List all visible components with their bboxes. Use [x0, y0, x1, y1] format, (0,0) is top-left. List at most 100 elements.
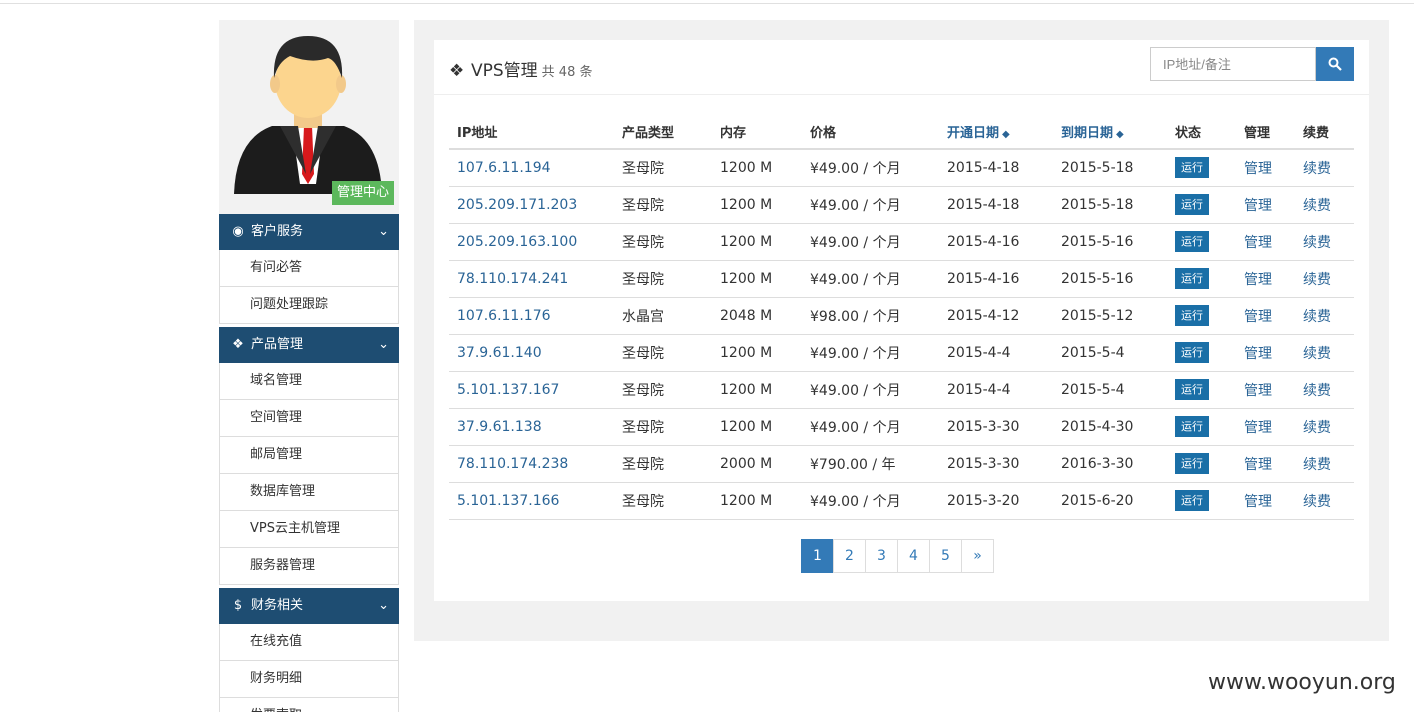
sidebar-item-hosting[interactable]: 空间管理: [219, 400, 399, 437]
sidebar-item-vps[interactable]: VPS云主机管理: [219, 511, 399, 548]
status-badge: 运行: [1175, 453, 1209, 474]
ip-link[interactable]: 205.209.163.100: [449, 223, 614, 261]
status-cell: 运行: [1167, 223, 1236, 261]
page-2[interactable]: 2: [833, 539, 866, 573]
product-type: 圣母院: [614, 186, 712, 224]
manage-link[interactable]: 管理: [1236, 371, 1295, 409]
ip-link[interactable]: 37.9.61.138: [449, 408, 614, 446]
renew-link[interactable]: 续费: [1295, 223, 1354, 261]
page-3[interactable]: 3: [865, 539, 898, 573]
page-1[interactable]: 1: [801, 539, 834, 573]
col-end-date[interactable]: 到期日期 ◆: [1053, 114, 1167, 150]
end-date: 2015-5-4: [1053, 334, 1167, 372]
section-title: 财务相关: [251, 598, 304, 613]
status-badge: 运行: [1175, 342, 1209, 363]
ip-link[interactable]: 107.6.11.176: [449, 297, 614, 335]
chevron-down-icon: ⌄: [378, 337, 389, 352]
end-date: 2015-5-16: [1053, 260, 1167, 298]
price: ¥49.00 / 个月: [802, 260, 939, 298]
product-type: 圣母院: [614, 149, 712, 187]
sidebar-item-mail[interactable]: 邮局管理: [219, 437, 399, 474]
page-next[interactable]: »: [961, 539, 994, 573]
manage-link[interactable]: 管理: [1236, 482, 1295, 520]
end-date: 2016-3-30: [1053, 445, 1167, 483]
end-date: 2015-6-20: [1053, 482, 1167, 520]
manage-link[interactable]: 管理: [1236, 260, 1295, 298]
sidebar-item-database[interactable]: 数据库管理: [219, 474, 399, 511]
ip-link[interactable]: 5.101.137.167: [449, 371, 614, 409]
renew-link[interactable]: 续费: [1295, 297, 1354, 335]
col-start-date[interactable]: 开通日期 ◆: [939, 114, 1053, 150]
sidebar-item-issue-tracking[interactable]: 问题处理跟踪: [219, 287, 399, 324]
manage-link[interactable]: 管理: [1236, 223, 1295, 261]
ip-link[interactable]: 5.101.137.166: [449, 482, 614, 520]
manage-link[interactable]: 管理: [1236, 334, 1295, 372]
cubes-icon: ❖: [449, 61, 465, 81]
table-row: 5.101.137.167 圣母院 1200 M ¥49.00 / 个月 2015-4-…: [449, 371, 1354, 409]
status-badge: 运行: [1175, 379, 1209, 400]
ip-link[interactable]: 37.9.61.140: [449, 334, 614, 372]
renew-link[interactable]: 续费: [1295, 186, 1354, 224]
ip-link[interactable]: 205.209.171.203: [449, 186, 614, 224]
sidebar-item-qa[interactable]: 有问必答: [219, 250, 399, 287]
sidebar: 管理中心 ◉ 客户服务 ⌄ 有问必答 问题处理跟踪 ❖ 产品管理 ⌄ 域名管理 空间…: [219, 20, 399, 712]
manage-link[interactable]: 管理: [1236, 297, 1295, 335]
ip-link[interactable]: 107.6.11.194: [449, 149, 614, 187]
renew-link[interactable]: 续费: [1295, 371, 1354, 409]
section-finance[interactable]: $ 财务相关 ⌄: [219, 588, 399, 624]
page-5[interactable]: 5: [929, 539, 962, 573]
manage-link[interactable]: 管理: [1236, 445, 1295, 483]
status-cell: 运行: [1167, 371, 1236, 409]
renew-link[interactable]: 续费: [1295, 334, 1354, 372]
col-status: 状态: [1167, 114, 1236, 150]
end-date: 2015-5-4: [1053, 371, 1167, 409]
section-product-management[interactable]: ❖ 产品管理 ⌄: [219, 327, 399, 363]
manage-link[interactable]: 管理: [1236, 408, 1295, 446]
memory: 1200 M: [712, 186, 802, 224]
sidebar-item-recharge[interactable]: 在线充值: [219, 624, 399, 661]
page-title-text: VPS管理: [471, 61, 538, 81]
chevron-down-icon: ⌄: [378, 224, 389, 239]
status-cell: 运行: [1167, 149, 1236, 187]
search-input[interactable]: [1150, 47, 1316, 81]
col-price: 价格: [802, 114, 939, 150]
price: ¥98.00 / 个月: [802, 297, 939, 335]
memory: 1200 M: [712, 149, 802, 187]
vps-panel: ❖ VPS管理共 48 条 IP地址 产品类型 内存 价格 开通日期◆ 到期日期◆…: [434, 40, 1369, 601]
renew-link[interactable]: 续费: [1295, 260, 1354, 298]
table-row: 37.9.61.140 圣母院 1200 M ¥49.00 / 个月 2015-4-4 2…: [449, 334, 1354, 372]
sidebar-item-finance-detail[interactable]: 财务明细: [219, 661, 399, 698]
start-date: 2015-4-18: [939, 149, 1053, 187]
price: ¥49.00 / 个月: [802, 223, 939, 261]
vps-table: IP地址 产品类型 内存 价格 开通日期 ◆ 到期日期 ◆ 状态 管理 续费 107…: [449, 114, 1354, 520]
renew-link[interactable]: 续费: [1295, 149, 1354, 187]
renew-link[interactable]: 续费: [1295, 445, 1354, 483]
cubes-icon: ❖: [232, 337, 244, 352]
manage-link[interactable]: 管理: [1236, 149, 1295, 187]
table-row: 78.110.174.238 圣母院 2000 M ¥790.00 / 年 2015-3…: [449, 445, 1354, 483]
table-row: 205.209.163.100 圣母院 1200 M ¥49.00 / 个月 2015-…: [449, 223, 1354, 261]
price: ¥49.00 / 个月: [802, 149, 939, 187]
sidebar-item-domain[interactable]: 域名管理: [219, 363, 399, 400]
renew-link[interactable]: 续费: [1295, 482, 1354, 520]
status-badge: 运行: [1175, 231, 1209, 252]
table-row: 205.209.171.203 圣母院 1200 M ¥49.00 / 个月 2015-…: [449, 186, 1354, 224]
table-row: 107.6.11.176 水晶宫 2048 M ¥98.00 / 个月 2015-4-1…: [449, 297, 1354, 335]
pagination: 1 2 3 4 5 »: [801, 539, 994, 573]
ip-link[interactable]: 78.110.174.238: [449, 445, 614, 483]
admin-center-badge[interactable]: 管理中心: [331, 181, 394, 205]
memory: 1200 M: [712, 371, 802, 409]
sidebar-item-invoice[interactable]: 发票索取: [219, 698, 399, 712]
sidebar-item-server[interactable]: 服务器管理: [219, 548, 399, 585]
page-4[interactable]: 4: [897, 539, 930, 573]
manage-link[interactable]: 管理: [1236, 186, 1295, 224]
renew-link[interactable]: 续费: [1295, 408, 1354, 446]
dollar-icon: $: [233, 598, 243, 613]
product-type: 圣母院: [614, 445, 712, 483]
search-button[interactable]: [1316, 47, 1354, 81]
section-customer-service[interactable]: ◉ 客户服务 ⌄: [219, 214, 399, 250]
ip-link[interactable]: 78.110.174.241: [449, 260, 614, 298]
product-type: 圣母院: [614, 223, 712, 261]
product-type: 水晶宫: [614, 297, 712, 335]
start-date: 2015-3-30: [939, 445, 1053, 483]
